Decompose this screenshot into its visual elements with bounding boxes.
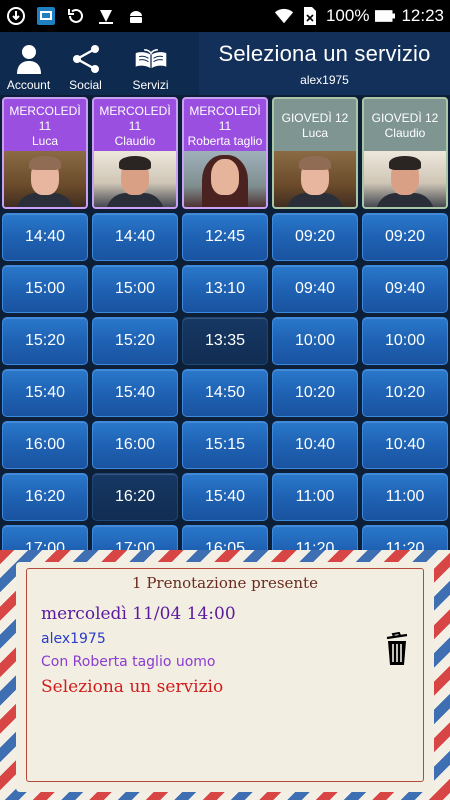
wifi-icon [274,6,294,26]
clock: 12:23 [401,6,444,25]
book-icon [134,42,168,74]
app-notification-icon [36,6,56,26]
no-sim-icon [300,6,320,26]
time-slot-button-selected[interactable]: 13:35 [182,317,268,365]
status-bar-right: 100% 12:23 [274,6,444,26]
time-slot-button[interactable]: 14:40 [92,213,178,261]
booking-panel: 1 Prenotazione presente mercoledì 11/04 … [0,550,450,800]
operator-photo [4,151,86,207]
operator-name: Luca [31,133,59,148]
time-slot-button[interactable]: 09:40 [362,265,448,313]
booking-service: Con Roberta taglio uomo [41,654,216,670]
operator-name: Roberta taglio [187,133,263,148]
time-slot-button[interactable]: 14:40 [2,213,88,261]
time-slot-button[interactable]: 15:00 [92,265,178,313]
operator-name: Claudio [114,133,156,148]
trash-icon[interactable] [384,631,410,666]
time-slot-button[interactable]: 11:20 [272,525,358,550]
time-slot-button[interactable]: 12:45 [182,213,268,261]
operator-header-card[interactable]: GIOVEDÌ 12 Luca [272,97,358,209]
operator-header-card[interactable]: MERCOLEDÌ 11 Claudio [92,97,178,209]
sync-icon [66,6,86,26]
time-slot-button[interactable]: 10:20 [272,369,358,417]
operator-photo [364,151,446,207]
day-label: MERCOLEDÌ [99,103,171,118]
servizi-label: Servizi [132,78,169,92]
day-label: GIOVEDÌ 12 [281,111,349,125]
social-button[interactable]: Social [57,32,114,95]
time-slot-button[interactable]: 09:20 [362,213,448,261]
time-slot-button[interactable]: 10:40 [272,421,358,469]
time-slot-button[interactable]: 10:20 [362,369,448,417]
operator-column: MERCOLEDÌ 11 Roberta taglio 12:45 13:10 … [182,97,268,550]
date-label: 11 [218,118,232,133]
operator-photo [94,151,176,207]
time-slot-button[interactable]: 15:40 [2,369,88,417]
booking-card-frame: 1 Prenotazione presente mercoledì 11/04 … [26,568,424,782]
time-slot-button[interactable]: 15:15 [182,421,268,469]
time-slot-button[interactable]: 17:00 [92,525,178,550]
download-icon [96,6,116,26]
operator-name: Luca [301,126,329,140]
time-slot-button[interactable]: 09:20 [272,213,358,261]
time-slot-button[interactable]: 16:00 [92,421,178,469]
schedule-grid[interactable]: MERCOLEDÌ 11 Luca 14:40 15:00 15:20 15:4… [0,95,450,550]
operator-photo [184,151,266,207]
time-slot-button[interactable]: 15:00 [2,265,88,313]
battery-icon [375,6,396,26]
operator-column: GIOVEDÌ 12 Claudio 09:20 09:40 10:00 10:… [362,97,448,550]
booking-card: 1 Prenotazione presente mercoledì 11/04 … [16,562,434,792]
operator-header-card[interactable]: GIOVEDÌ 12 Claudio [362,97,448,209]
date-label: 11 [38,118,52,133]
usb-debug-icon [6,6,26,26]
date-label: 11 [128,118,142,133]
day-label: MERCOLEDÌ [9,103,81,118]
account-label: Account [6,78,51,92]
time-slot-button[interactable]: 15:40 [182,473,268,521]
operator-header-card[interactable]: MERCOLEDÌ 11 Roberta taglio [182,97,268,209]
day-label: MERCOLEDÌ [189,103,261,118]
time-slot-button[interactable]: 10:00 [362,317,448,365]
page-title: Seleziona un servizio [218,40,431,66]
day-label: GIOVEDÌ 12 [371,111,439,125]
battery-percentage: 100% [325,6,370,25]
operator-name: Claudio [384,126,426,140]
app-bar: Account Social Servizi Seleziona un serv… [0,32,450,95]
time-slot-button[interactable]: 16:05 [182,525,268,550]
servizi-button[interactable]: Servizi [114,32,187,95]
operator-photo [274,151,356,207]
operator-column: MERCOLEDÌ 11 Luca 14:40 15:00 15:20 15:4… [2,97,88,550]
header-title-block: Seleziona un servizio alex1975 [199,32,450,95]
account-icon [12,42,46,74]
time-slot-button[interactable]: 11:00 [272,473,358,521]
time-slot-button[interactable]: 10:00 [272,317,358,365]
status-bar: 100% 12:23 [0,0,450,32]
time-slot-button-selected[interactable]: 16:20 [92,473,178,521]
time-slot-button[interactable]: 16:00 [2,421,88,469]
booking-user: alex1975 [41,631,106,647]
account-button[interactable]: Account [0,32,57,95]
time-slot-button[interactable]: 17:00 [2,525,88,550]
operator-header-card[interactable]: MERCOLEDÌ 11 Luca [2,97,88,209]
operator-column: GIOVEDÌ 12 Luca 09:20 09:40 10:00 10:20 … [272,97,358,550]
share-icon [69,42,103,74]
booking-count-title: 1 Prenotazione presente [132,574,318,592]
username-label: alex1975 [300,72,349,87]
time-slot-button[interactable]: 15:40 [92,369,178,417]
time-slot-button[interactable]: 14:50 [182,369,268,417]
time-slot-button[interactable]: 13:10 [182,265,268,313]
time-slot-button[interactable]: 10:40 [362,421,448,469]
operator-column: MERCOLEDÌ 11 Claudio 14:40 15:00 15:20 1… [92,97,178,550]
time-slot-button[interactable]: 11:00 [362,473,448,521]
time-slot-button[interactable]: 16:20 [2,473,88,521]
time-slot-button[interactable]: 15:20 [92,317,178,365]
time-slot-button[interactable]: 09:40 [272,265,358,313]
status-bar-notification-icons [6,6,146,26]
social-label: Social [69,78,102,92]
booking-datetime: mercoledì 11/04 14:00 [41,604,236,624]
android-icon [126,6,146,26]
time-slot-button[interactable]: 15:20 [2,317,88,365]
time-slot-button[interactable]: 11:20 [362,525,448,550]
select-service-link[interactable]: Seleziona un servizio [41,677,223,697]
